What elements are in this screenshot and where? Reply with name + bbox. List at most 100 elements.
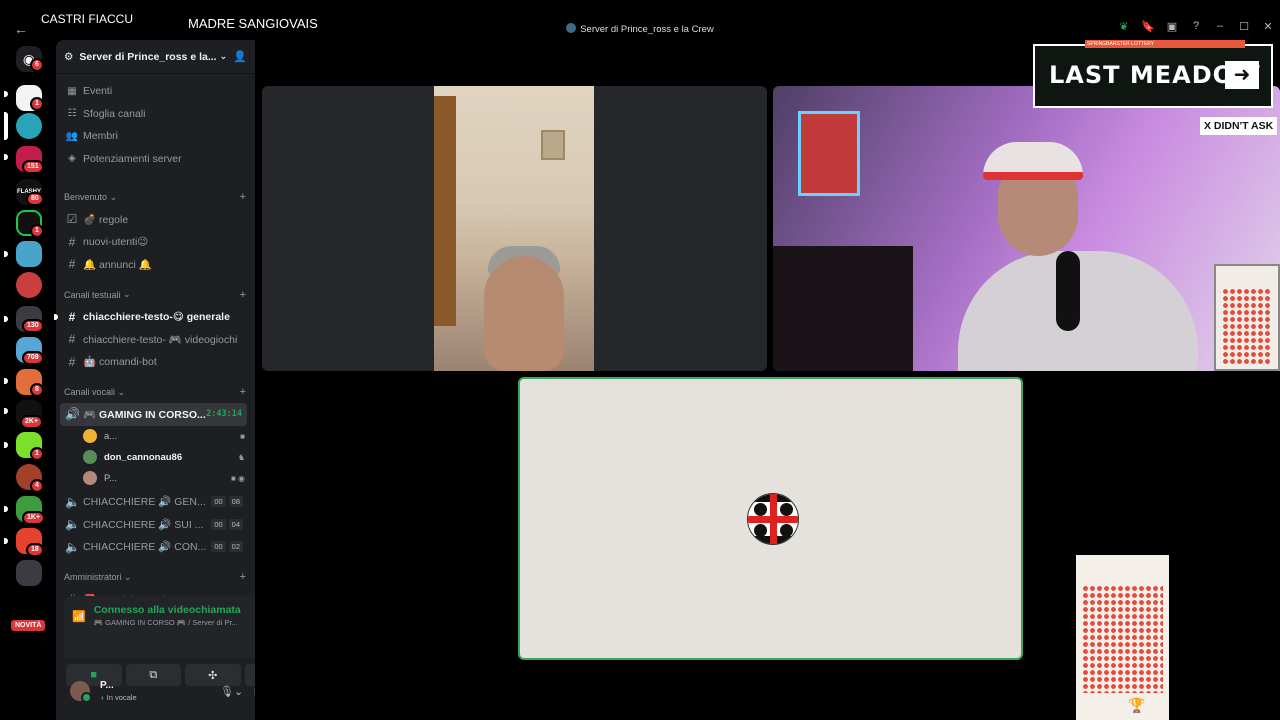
chevron-down-icon: ⌄	[219, 51, 228, 61]
voice-member[interactable]: don_cannonau86 ♞	[56, 447, 255, 468]
voice-status[interactable]: 📶 Connesso alla videochiamata 🎮 GAMING I…	[72, 604, 241, 627]
maximize-icon[interactable]: ☐	[1232, 20, 1256, 33]
channel-videogiochi[interactable]: # chiacchiere-testo- 🎮 videogiochi	[56, 328, 255, 351]
add-channel-icon[interactable]: +	[240, 289, 246, 301]
voice-channel[interactable]: 🔈 CHIACCHIERE 🔊 SUI ... 00 04	[56, 513, 255, 536]
category-testuali[interactable]: Canali testuali ⌄ +	[56, 284, 255, 306]
nav-label: Eventi	[83, 85, 113, 98]
help-icon[interactable]: ?	[1184, 20, 1208, 33]
category-benvenuto[interactable]: Benvenuto ⌄ +	[56, 186, 255, 208]
unread-pip	[4, 506, 8, 512]
server-icon[interactable]	[16, 113, 42, 139]
moor-head	[754, 503, 767, 516]
game-topbar: SPRINGBARSTER LOTTERY	[1085, 40, 1245, 48]
moor-head	[754, 524, 767, 537]
voice-member[interactable]: P... ■ ◉	[56, 468, 255, 489]
voice-status-text: Connesso alla videochiamata	[93, 604, 241, 616]
rail-badge: 18	[26, 543, 44, 557]
minimize-icon[interactable]: –	[1208, 20, 1232, 33]
selected-pip	[4, 112, 8, 140]
voice-member[interactable]: a... ■	[56, 426, 255, 447]
camera-icon: ■ ◉	[230, 473, 245, 483]
nitro-icon[interactable]: ❦	[1112, 20, 1136, 33]
sardinia-flag-avatar	[747, 493, 799, 545]
category-admin[interactable]: Amministratori ⌄ +	[56, 566, 255, 588]
voice-channel[interactable]: 🔈 CHIACCHIERE 🔊 CON... 00 02	[56, 536, 255, 559]
rail-badge: 2K+	[20, 415, 44, 429]
add-channel-icon[interactable]: +	[240, 571, 246, 583]
voice-timer: 2:43:14	[206, 409, 242, 420]
camera-icon: ■	[240, 431, 245, 441]
boost-icon: ◈	[68, 153, 76, 165]
rail-badge: 8	[30, 383, 44, 397]
participant-video	[434, 86, 594, 371]
add-channel-icon[interactable]: +	[240, 386, 246, 398]
invite-icon[interactable]: 👤	[233, 50, 247, 63]
unread-pip	[4, 154, 8, 160]
rail-badge: 130	[22, 319, 44, 333]
server-icon[interactable]	[16, 560, 42, 586]
add-channel-icon[interactable]: +	[240, 191, 246, 203]
playstation-icon: ♞	[237, 452, 245, 462]
chevron-down-icon: ⌄	[117, 386, 126, 397]
channel-regole[interactable]: ☑ 💣 regole	[56, 208, 255, 231]
nav-label: Sfoglia canali	[83, 107, 146, 120]
chevron-down-icon: ⌄	[109, 191, 118, 202]
video-tile-participant-1[interactable]	[262, 86, 767, 371]
rules-icon: ☑	[66, 212, 78, 227]
nav-boosts[interactable]: ◈ Potenziamenti server	[56, 148, 255, 171]
unread-pip	[4, 91, 8, 97]
video-tile-avatar-only[interactable]	[518, 377, 1023, 660]
rail-badge: 1	[30, 447, 44, 461]
voice-channel-gaming[interactable]: 🔊 🎮 GAMING IN CORSO... 2:43:14	[60, 403, 247, 426]
close-icon[interactable]: ✕	[1256, 20, 1280, 33]
calendar-icon: ▦	[67, 85, 77, 97]
pin-icon[interactable]: 🔖	[1136, 20, 1160, 33]
moor-head	[780, 503, 793, 516]
unread-pip	[4, 316, 8, 322]
channel-generale[interactable]: # chiacchiere-testo-😋 generale	[54, 306, 255, 329]
speaker-icon: 🔈	[65, 539, 80, 554]
rail-badge: 4	[30, 479, 44, 493]
chevron-down-icon: ⌄	[124, 571, 132, 582]
background-shelf	[773, 246, 913, 371]
trophy-icon: 🏆	[1128, 697, 1146, 713]
background-picture	[541, 130, 565, 160]
speaker-icon: 🔈	[65, 494, 80, 509]
hash-icon: #	[68, 309, 76, 324]
server-header[interactable]: ⚙ Server di Prince_ross e la... ⌄ 👤	[56, 40, 255, 74]
stream-side-card	[1214, 264, 1280, 371]
hash-icon: #	[68, 234, 76, 249]
inbox-icon[interactable]: ▣	[1160, 20, 1184, 33]
nav-browse-channels[interactable]: ☷ Sfoglia canali	[56, 103, 255, 126]
nav-label: Potenziamenti server	[83, 152, 182, 165]
arrow-right-icon: ➜	[1225, 61, 1259, 89]
channel-annunci[interactable]: # 🔔 annunci 🔔	[56, 253, 255, 276]
voice-location: 🎮 GAMING IN CORSO 🎮 / Server di Pr...	[93, 618, 238, 627]
rail-badge: 1K+	[22, 511, 46, 525]
rail-badge: 709	[22, 351, 44, 365]
nav-events[interactable]: ▦ Eventi	[56, 80, 255, 103]
server-settings-icon: ⚙	[64, 50, 74, 63]
user-name: P...	[100, 680, 114, 691]
server-icon[interactable]	[16, 241, 42, 267]
server-icon[interactable]	[16, 272, 42, 298]
user-avatar[interactable]	[70, 681, 92, 703]
streamer-cap	[983, 142, 1083, 180]
overlay-caption-right: MADRE SANGIOVAIS	[188, 16, 318, 31]
moor-head	[780, 524, 793, 537]
voice-count: 00 02	[211, 541, 243, 553]
unread-pip	[4, 408, 8, 414]
card-dot-grid	[1082, 585, 1163, 693]
category-vocali[interactable]: Canali vocali ⌄ +	[56, 381, 255, 403]
nav-members[interactable]: 👥 Membri	[56, 125, 255, 148]
channel-nuovi-utenti[interactable]: # nuovi-utenti😉	[56, 231, 255, 254]
voice-channel[interactable]: 🔈 CHIACCHIERE 🔊 GEN... 00 08	[56, 491, 255, 514]
hash-icon: #	[68, 257, 76, 272]
channel-comandi-bot[interactable]: # 🤖 comandi-bot	[56, 351, 255, 374]
voice-count: 00 04	[211, 518, 243, 530]
voice-status-icon: ◖	[100, 693, 105, 702]
stream-bottom-card: 🏆	[1076, 555, 1169, 720]
server-icon	[566, 23, 577, 33]
microphone-icon[interactable]: 🎙⌄	[220, 685, 243, 698]
